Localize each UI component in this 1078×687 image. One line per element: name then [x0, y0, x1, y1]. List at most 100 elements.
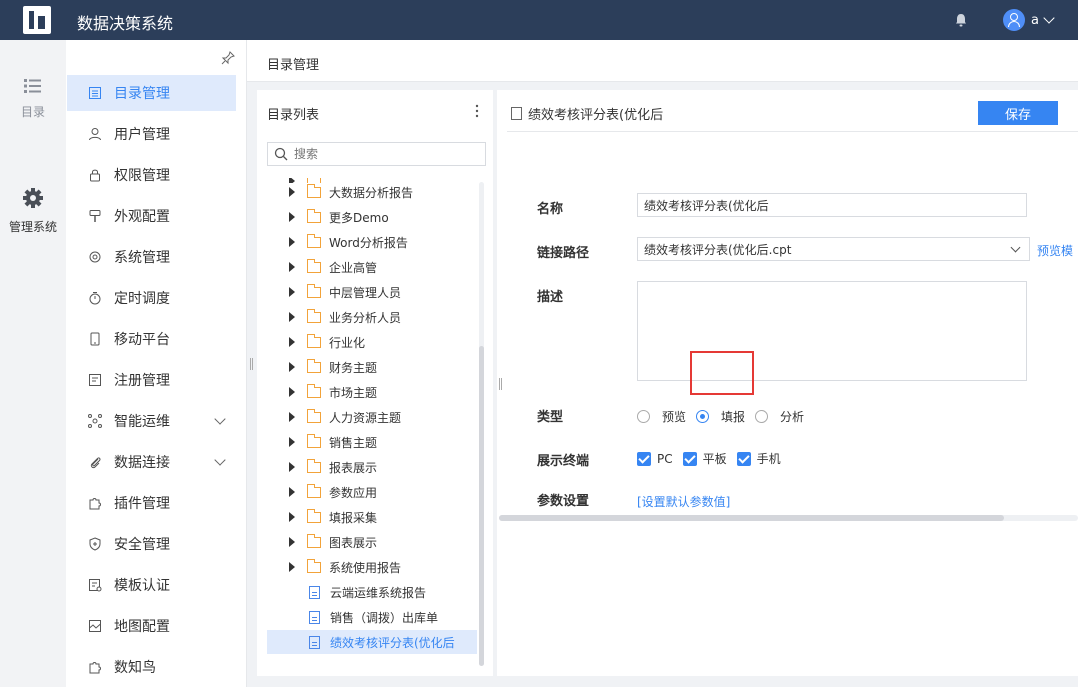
menu-item-permission[interactable]: 权限管理 — [67, 157, 236, 193]
tree-node[interactable]: 财务主题 — [267, 355, 477, 379]
terminal-label: 展示终端 — [537, 454, 590, 469]
more-icon[interactable] — [475, 104, 479, 118]
tree-node[interactable]: 图表展示 — [267, 530, 477, 554]
tree-node[interactable]: Word分析报告 — [267, 230, 477, 254]
radio-preview[interactable] — [637, 410, 650, 423]
preview-link[interactable]: 预览模 — [1037, 242, 1073, 259]
tree-node[interactable]: 行业化 — [267, 330, 477, 354]
tree-node[interactable]: 市场主题 — [267, 380, 477, 404]
checkbox-tablet[interactable] — [682, 451, 697, 466]
set-default-params-link[interactable]: [设置默认参数值] — [637, 493, 730, 510]
checkbox-pc[interactable] — [637, 451, 651, 466]
page-header: 目录管理 — [247, 40, 1078, 82]
user-menu[interactable]: a — [1003, 9, 1055, 31]
menu-item-schedule[interactable]: 定时调度 — [67, 280, 236, 316]
menu-item-system[interactable]: 系统管理 — [67, 239, 236, 275]
pin-icon[interactable] — [221, 51, 235, 65]
tree-node[interactable]: 系统使用报告 — [267, 555, 477, 579]
tree-node[interactable]: 业务分析人员 — [267, 305, 477, 329]
expand-arrow-icon[interactable] — [289, 312, 295, 322]
chevron-down-icon — [214, 413, 226, 425]
radio-label: 预览 — [662, 410, 687, 424]
search-input[interactable] — [294, 147, 474, 161]
menu-item-directory[interactable]: 目录管理 — [67, 75, 236, 111]
desc-label: 描述 — [537, 290, 564, 305]
expand-arrow-icon[interactable] — [289, 412, 295, 422]
tree-node[interactable]: 人力资源主题 — [267, 405, 477, 429]
puzzle-icon — [87, 659, 103, 675]
path-select[interactable]: 绩效考核评分表(优化后.cpt — [637, 237, 1030, 261]
expand-arrow-icon[interactable] — [289, 387, 295, 397]
menu-label: 外观配置 — [114, 209, 170, 225]
tree-scrollbar-thumb[interactable] — [479, 346, 484, 666]
tree-node[interactable]: 销售主题 — [267, 430, 477, 454]
tree-node[interactable]: 报表展示 — [267, 455, 477, 479]
expand-arrow-icon[interactable] — [289, 362, 295, 372]
tree-node-label: 行业化 — [329, 335, 366, 350]
resize-handle-icon[interactable] — [499, 378, 502, 390]
folder-icon — [307, 308, 321, 323]
tree-node[interactable]: 销售（调拨）出库单 — [267, 605, 477, 629]
tree-node[interactable]: 参数应用 — [267, 480, 477, 504]
menu-label: 移动平台 — [114, 332, 170, 348]
tree-scrollbar[interactable] — [479, 182, 484, 666]
menu-item-ops[interactable]: 智能运维 — [67, 403, 236, 439]
expand-arrow-icon[interactable] — [289, 262, 295, 272]
expand-arrow-icon[interactable] — [289, 237, 295, 247]
file-icon — [309, 635, 320, 649]
radio-analysis[interactable] — [755, 410, 769, 423]
menu-item-template-cert[interactable]: 模板认证 — [67, 567, 236, 603]
menu-item-data-connection[interactable]: 数据连接 — [67, 444, 236, 480]
tree-node[interactable]: 企业高管 — [267, 255, 477, 279]
expand-arrow-icon[interactable] — [289, 287, 295, 297]
tree-node[interactable]: 云端运维系统报告 — [267, 580, 477, 604]
menu-item-plugin[interactable]: 插件管理 — [67, 485, 236, 521]
rail-item-manage[interactable]: 管理系统 — [0, 187, 66, 235]
folder-icon — [307, 258, 321, 273]
type-radio-group: 预览 填报 分析 — [637, 408, 804, 425]
expand-arrow-icon[interactable] — [289, 487, 295, 497]
expand-arrow-icon[interactable] — [289, 462, 295, 472]
expand-arrow-icon[interactable] — [289, 212, 295, 222]
menu-item-register[interactable]: 注册管理 — [67, 362, 236, 398]
expand-arrow-icon[interactable] — [289, 337, 295, 347]
checkbox-label: 平板 — [702, 452, 727, 466]
menu-label: 安全管理 — [114, 537, 170, 553]
panel-title: 目录列表 — [267, 108, 320, 123]
rail-item-label: 目录 — [20, 105, 45, 119]
tree-node[interactable]: 大数据分析报告 — [267, 180, 477, 204]
expand-arrow-icon[interactable] — [289, 437, 295, 447]
horizontal-scrollbar-thumb[interactable] — [499, 515, 1004, 521]
horizontal-scrollbar[interactable] — [499, 515, 1078, 521]
radio-fill[interactable] — [696, 410, 710, 423]
checkbox-label: 手机 — [756, 452, 781, 466]
rail-item-directory[interactable]: 目录 — [0, 78, 66, 120]
puzzle-icon — [87, 495, 103, 511]
checkbox-phone[interactable] — [736, 451, 751, 466]
doc-title: 绩效考核评分表(优化后 — [528, 108, 664, 123]
tree-node-label: 销售（调拨）出库单 — [330, 610, 439, 625]
save-button[interactable]: 保存 — [978, 101, 1058, 125]
chevron-down-icon — [1010, 242, 1021, 253]
tree-node[interactable]: 填报采集 — [267, 505, 477, 529]
expand-arrow-icon[interactable] — [289, 512, 295, 522]
menu-item-shuzhiniao[interactable]: 数知鸟 — [67, 649, 236, 685]
menu-item-map[interactable]: 地图配置 — [67, 608, 236, 644]
tree-node[interactable]: 更多Demo — [267, 205, 477, 229]
tree-node-selected[interactable]: 绩效考核评分表(优化后 — [267, 630, 477, 654]
menu-item-appearance[interactable]: 外观配置 — [67, 198, 236, 234]
tree-node[interactable]: 中层管理人员 — [267, 280, 477, 304]
menu-item-mobile[interactable]: 移动平台 — [67, 321, 236, 357]
expand-arrow-icon[interactable] — [289, 187, 295, 197]
main-area: 目录管理 目录列表 大数据分析报告 更多Demo Word分析报告 企业高管 中… — [247, 40, 1078, 687]
expand-arrow-icon[interactable] — [289, 537, 295, 547]
name-field[interactable]: 绩效考核评分表(优化后 — [637, 193, 1027, 217]
menu-item-user[interactable]: 用户管理 — [67, 116, 236, 152]
resize-handle-icon[interactable] — [250, 358, 253, 370]
menu-label: 定时调度 — [114, 291, 170, 307]
bell-icon[interactable] — [953, 12, 969, 28]
type-label: 类型 — [537, 410, 564, 425]
page-title: 目录管理 — [267, 58, 320, 73]
menu-item-security[interactable]: 安全管理 — [67, 526, 236, 562]
expand-arrow-icon[interactable] — [289, 562, 295, 572]
